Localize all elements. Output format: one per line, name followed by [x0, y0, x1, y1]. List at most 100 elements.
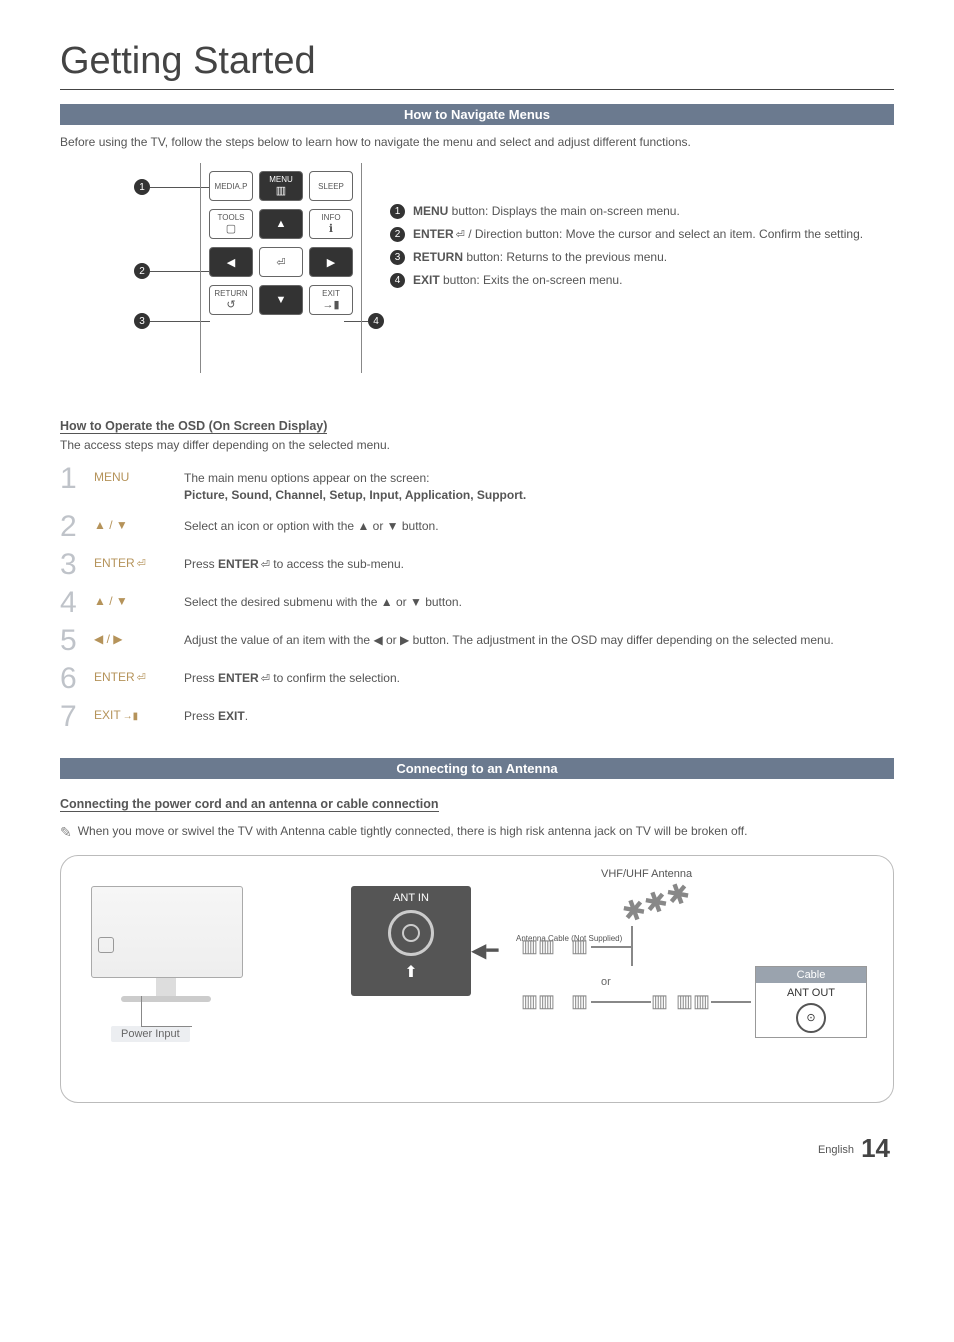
osd-num-2: 2	[60, 512, 94, 542]
ant-in-label: ANT IN	[351, 886, 471, 904]
osd-desc-3-p: Press	[184, 557, 218, 571]
remote-down-button: ▼	[259, 285, 303, 315]
note-icon: ✎	[60, 824, 72, 841]
osd-key-7-text: EXIT	[94, 708, 121, 722]
desc-bold-4: EXIT	[413, 273, 440, 287]
antenna-icon: ✱✱✱	[617, 875, 694, 930]
remote-return-label: RETURN	[214, 289, 247, 298]
desc-num-3: 3	[390, 250, 405, 265]
osd-key-6-icon	[135, 670, 146, 684]
osd-desc-6: Press ENTER to confirm the selection.	[184, 664, 894, 687]
callout-2: 2	[134, 263, 150, 279]
ant-in-panel: ANT IN ⬆	[351, 886, 471, 996]
osd-desc-6-icon	[259, 671, 270, 685]
coax-dot-icon: ⊙	[806, 1011, 815, 1024]
osd-desc-6-p: Press	[184, 671, 218, 685]
remote-media-label: MEDIA.P	[215, 182, 248, 191]
remote-info-button: INFOℹ	[309, 209, 353, 239]
callout-1: 1	[134, 179, 150, 195]
osd-row-7: 7 EXIT Press EXIT.	[60, 698, 894, 736]
connector-icon-2d: ▥▥	[676, 991, 710, 1012]
desc-text-3: RETURN button: Returns to the previous m…	[413, 249, 894, 266]
desc-row-1: 1 MENU button: Displays the main on-scre…	[390, 203, 894, 220]
osd-key-7-icon	[121, 708, 139, 722]
connector-icon-1b: ▥	[571, 936, 588, 957]
osd-key-4: ▲ / ▼	[94, 588, 184, 608]
connector-icon-2a: ▥▥	[521, 991, 555, 1012]
remote-body: MEDIA.P MENU▥ SLEEP TOOLS▢ ▲ INFOℹ ◀ ⏎ ▶…	[200, 163, 362, 373]
ant-in-jack-icon	[388, 910, 434, 956]
connector-icon-2c: ▥	[651, 991, 668, 1012]
desc-tail-2: / Direction button: Move the cursor and …	[465, 227, 863, 241]
osd-desc-6-b: ENTER	[218, 671, 259, 685]
connection-diagram: Power Input ANT IN ⬆ ◀━ VHF/UHF Antenna …	[60, 855, 894, 1103]
osd-row-2: 2 ▲ / ▼ Select an icon or option with th…	[60, 508, 894, 546]
osd-desc-5: Adjust the value of an item with the ◀ o…	[184, 626, 894, 649]
remote-info-label: INFO	[321, 213, 340, 222]
conn-line-3	[711, 1001, 751, 1003]
osd-key-5: ◀ / ▶	[94, 626, 184, 646]
osd-desc-3: Press ENTER to access the sub-menu.	[184, 550, 894, 573]
osd-desc-1: The main menu options appear on the scre…	[184, 464, 894, 504]
desc-bold-3: RETURN	[413, 250, 463, 264]
power-input-label: Power Input	[111, 1026, 190, 1042]
osd-row-5: 5 ◀ / ▶ Adjust the value of an item with…	[60, 622, 894, 660]
conn-vert-1	[631, 926, 633, 966]
remote-return-button: RETURN↺	[209, 285, 253, 315]
osd-num-5: 5	[60, 626, 94, 656]
desc-row-3: 3 RETURN button: Returns to the previous…	[390, 249, 894, 266]
antenna-heading: Connecting the power cord and an antenna…	[60, 797, 439, 812]
desc-num-2: 2	[390, 227, 405, 242]
section-bar-navigate: How to Navigate Menus	[60, 104, 894, 125]
osd-key-3-text: ENTER	[94, 556, 135, 570]
tv-port-icon	[98, 937, 114, 953]
conn-line-1	[591, 946, 631, 948]
navigate-intro: Before using the TV, follow the steps be…	[60, 135, 894, 149]
remote-left-button: ◀	[209, 247, 253, 277]
desc-tail-4: button: Exits the on-screen menu.	[440, 273, 623, 287]
remote-up-button: ▲	[259, 209, 303, 239]
ant-out-label: ANT OUT	[756, 987, 866, 999]
osd-key-7: EXIT	[94, 702, 184, 722]
desc-row-4: 4 EXIT button: Exits the on-screen menu.	[390, 272, 894, 289]
desc-text-4: EXIT button: Exits the on-screen menu.	[413, 272, 894, 289]
desc-tail-1: button: Displays the main on-screen menu…	[448, 204, 679, 218]
callout-3: 3	[134, 313, 150, 329]
osd-key-6-text: ENTER	[94, 670, 135, 684]
right-arrow-icon: ▶	[327, 256, 335, 269]
osd-key-2: ▲ / ▼	[94, 512, 184, 532]
page-footer: English 14	[60, 1133, 894, 1164]
osd-heading: How to Operate the OSD (On Screen Displa…	[60, 419, 327, 434]
osd-desc-1-l1: The main menu options appear on the scre…	[184, 471, 429, 485]
osd-num-1: 1	[60, 464, 94, 494]
osd-key-1: MENU	[94, 464, 184, 484]
menu-icon: ▥	[276, 184, 286, 197]
return-icon: ↺	[226, 298, 235, 311]
connector-icon-2b: ▥	[571, 991, 588, 1012]
power-line	[141, 996, 192, 1027]
callout-4: 4	[368, 313, 384, 329]
osd-desc-7-s: .	[245, 709, 248, 723]
down-arrow-icon: ▼	[276, 294, 287, 306]
desc-tail-3: button: Returns to the previous menu.	[463, 250, 667, 264]
osd-table: 1 MENU The main menu options appear on t…	[60, 460, 894, 736]
osd-desc-7-b: EXIT	[218, 709, 245, 723]
remote-exit-label: EXIT	[322, 289, 340, 298]
remote-media-button: MEDIA.P	[209, 171, 253, 201]
remote-enter-button: ⏎	[259, 247, 303, 277]
osd-desc-7: Press EXIT.	[184, 702, 894, 725]
osd-num-4: 4	[60, 588, 94, 618]
arrow-up-icon: ⬆	[351, 962, 471, 982]
remote-menu-label: MENU	[269, 175, 293, 184]
tools-icon: ▢	[226, 222, 236, 235]
remote-diagram: 1 2 3 4 MEDIA.P MENU▥ SLEEP TOOLS▢ ▲ INF…	[100, 163, 360, 393]
osd-desc-4: Select the desired submenu with the ▲ or…	[184, 588, 894, 611]
osd-key-3: ENTER	[94, 550, 184, 570]
osd-key-6: ENTER	[94, 664, 184, 684]
cable-box: Cable ANT OUT ⊙	[755, 966, 867, 1038]
page-title: Getting Started	[60, 40, 894, 83]
left-arrow-icon: ◀	[227, 256, 235, 269]
osd-num-3: 3	[60, 550, 94, 580]
remote-sleep-button: SLEEP	[309, 171, 353, 201]
or-label: or	[601, 976, 611, 988]
